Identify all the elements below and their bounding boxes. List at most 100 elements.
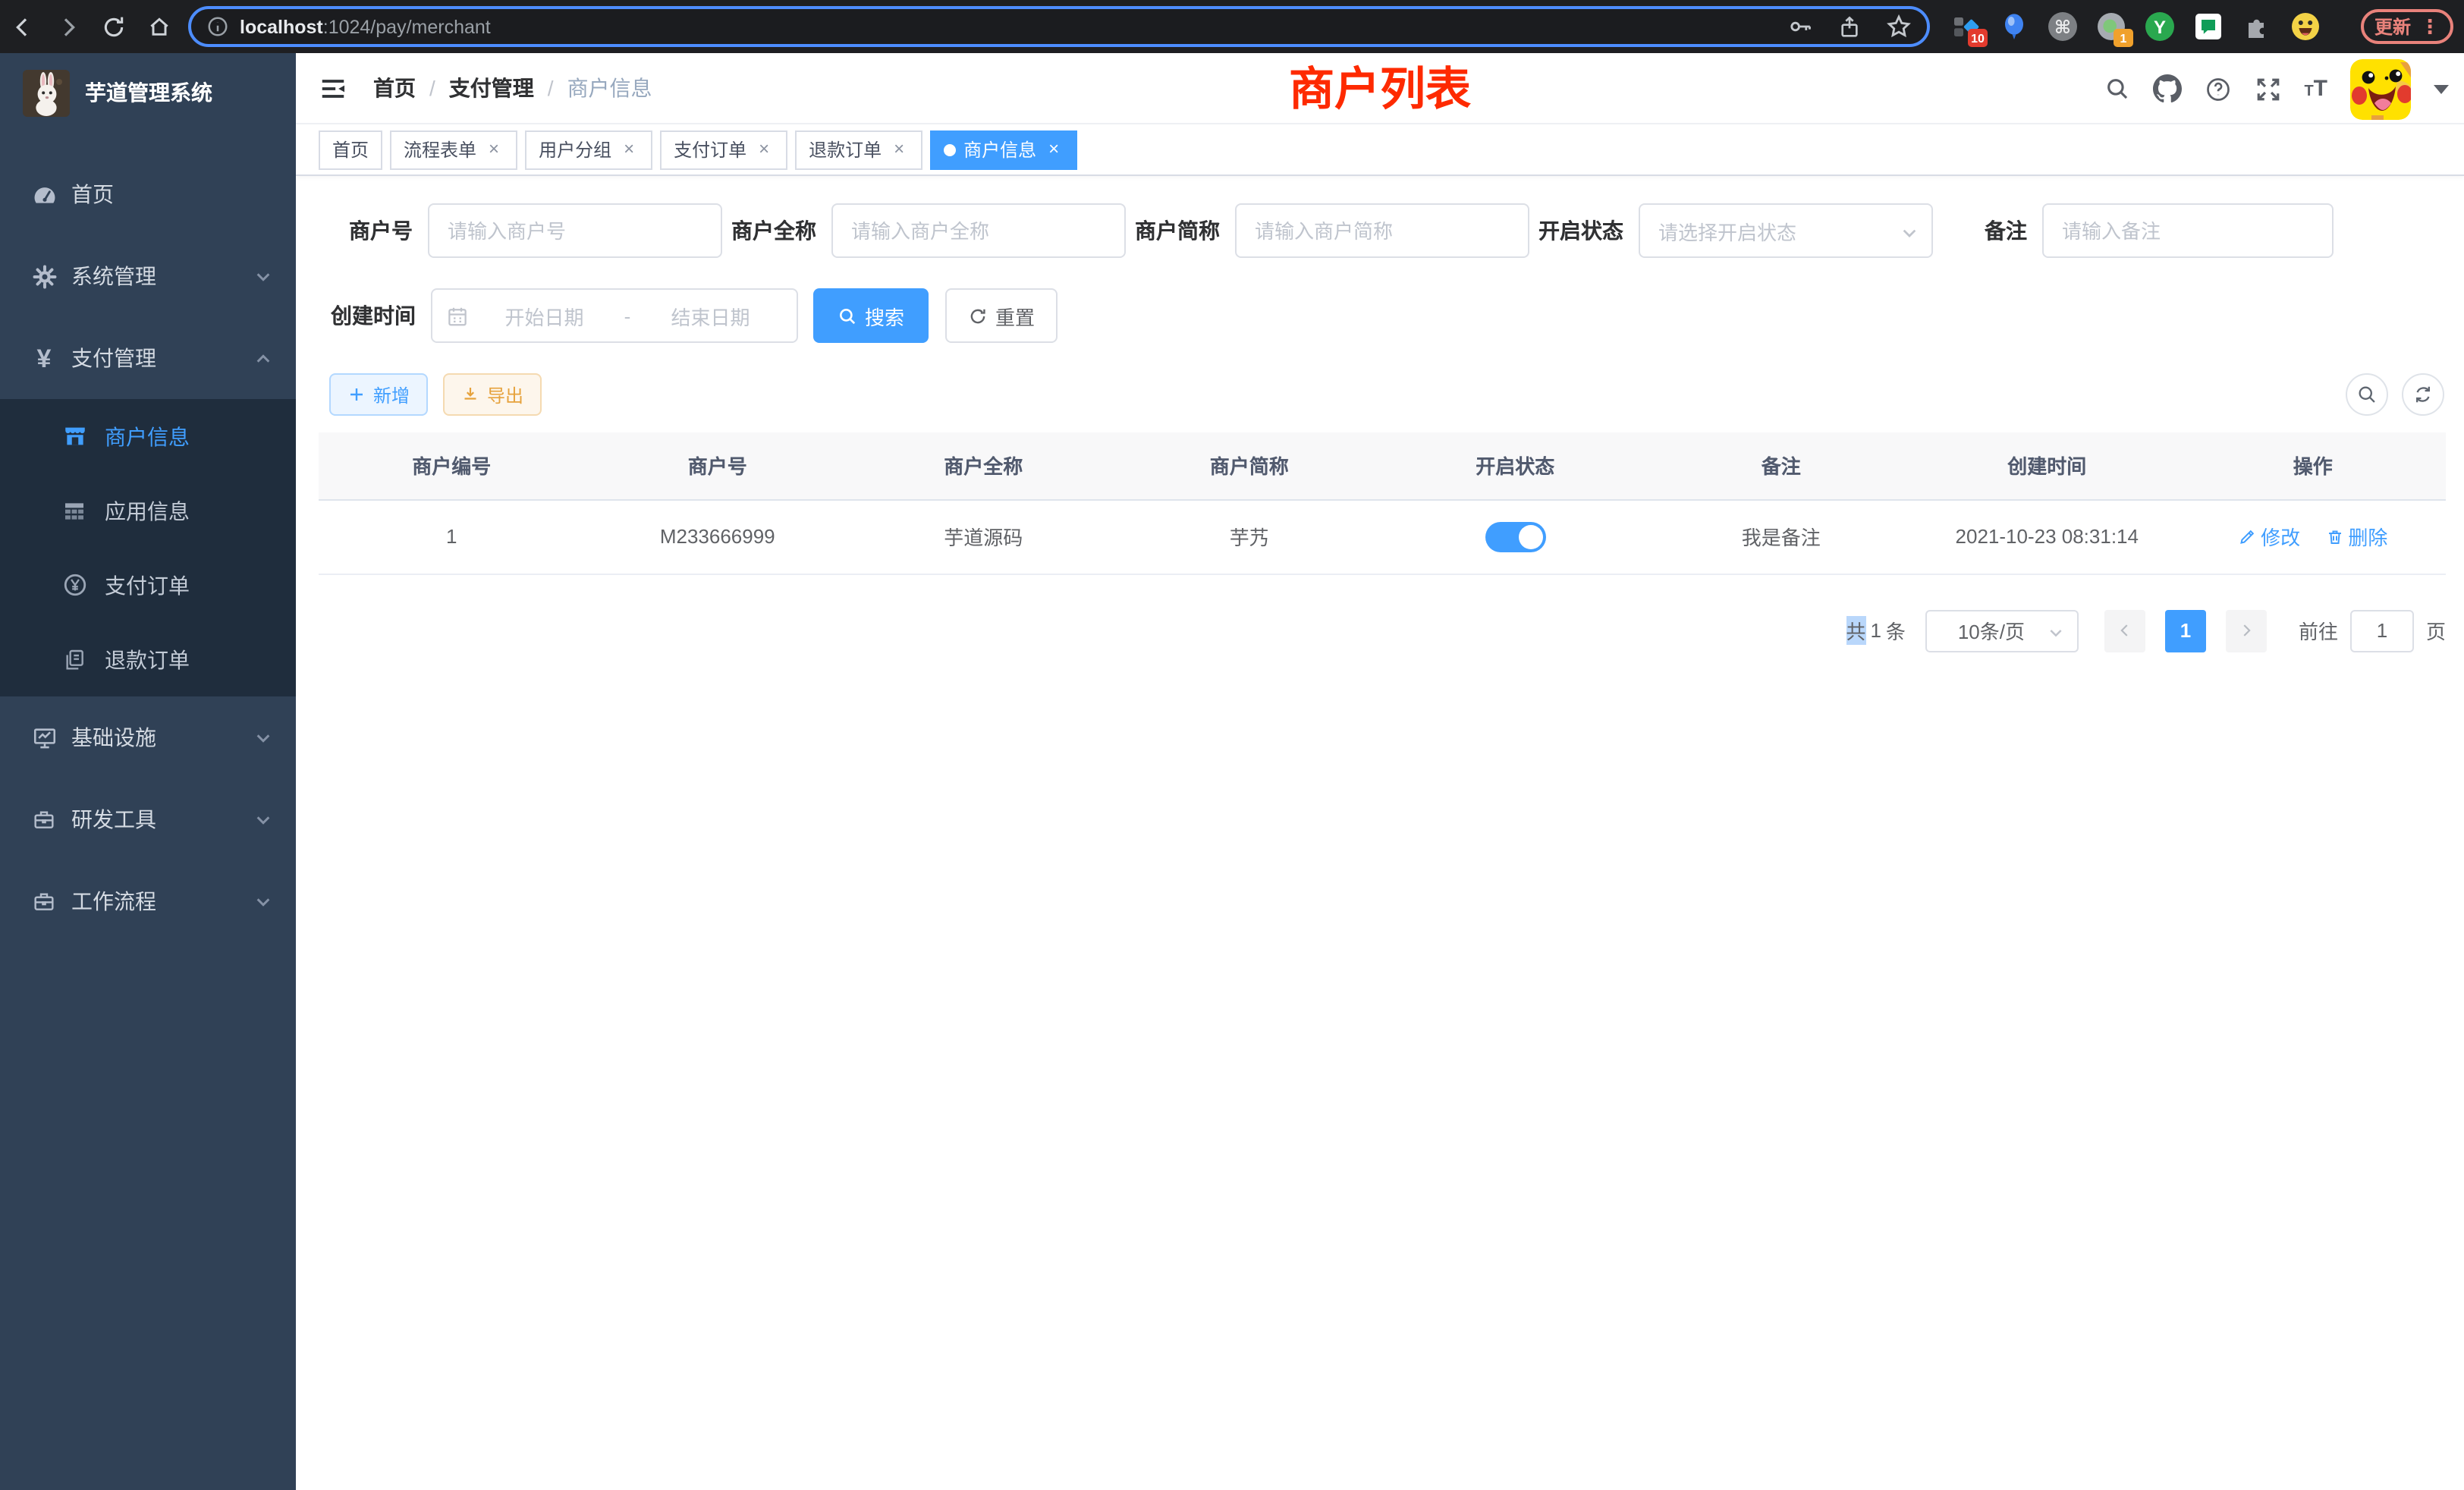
sidebar-item-pay-order[interactable]: 支付订单 bbox=[0, 548, 296, 622]
header-search-icon[interactable] bbox=[2104, 76, 2129, 102]
sidebar-fold-icon[interactable] bbox=[319, 74, 347, 102]
breadcrumb-home[interactable]: 首页 bbox=[373, 73, 416, 103]
browser-update-button[interactable]: 更新 ⋮ bbox=[2361, 9, 2453, 44]
sidebar-item-app-info[interactable]: 应用信息 bbox=[0, 473, 296, 548]
full-name-input[interactable] bbox=[831, 203, 1126, 258]
date-separator: - bbox=[617, 304, 638, 327]
chevron-down-icon bbox=[1901, 225, 1918, 241]
yen-icon: ¥ bbox=[26, 345, 62, 371]
cell-merchant-no: M233666999 bbox=[585, 499, 851, 574]
sidebar-item-dev-tools[interactable]: 研发工具 bbox=[0, 778, 296, 860]
extension-chat-icon[interactable] bbox=[2194, 12, 2223, 41]
col-remark: 备注 bbox=[1648, 432, 1915, 499]
col-short-name: 商户简称 bbox=[1117, 432, 1383, 499]
fullscreen-icon[interactable] bbox=[2254, 75, 2281, 102]
page-number-1[interactable]: 1 bbox=[2165, 609, 2206, 652]
date-start-placeholder: 开始日期 bbox=[472, 301, 617, 330]
col-create-time: 创建时间 bbox=[1914, 432, 2180, 499]
goto-page-input[interactable] bbox=[2350, 609, 2414, 652]
close-icon[interactable] bbox=[889, 140, 909, 159]
monitor-chart-icon bbox=[26, 725, 62, 750]
goto-label: 前往 bbox=[2299, 616, 2338, 645]
sidebar-item-merchant-info[interactable]: 商户信息 bbox=[0, 399, 296, 473]
sidebar-item-home[interactable]: 首页 bbox=[0, 153, 296, 235]
pagination: 共 1 条 10条/页 1 bbox=[319, 609, 2446, 652]
reset-button[interactable]: 重置 bbox=[945, 288, 1058, 343]
sidebar-item-refund-order[interactable]: 退款订单 bbox=[0, 622, 296, 696]
extension-y-icon[interactable]: Y bbox=[2145, 12, 2174, 41]
tag-home[interactable]: 首页 bbox=[319, 130, 382, 169]
browser-menu-kebab-icon[interactable]: ⋮ bbox=[2420, 19, 2440, 34]
table-header-row: 商户编号 商户号 商户全称 商户简称 开启状态 备注 创建时间 操作 bbox=[319, 432, 2446, 499]
merchant-no-input[interactable] bbox=[428, 203, 722, 258]
address-bar[interactable]: localhost:1024/pay/merchant bbox=[188, 6, 1930, 47]
extension-tag-icon[interactable]: 10 bbox=[1951, 12, 1980, 41]
close-icon[interactable] bbox=[484, 140, 504, 159]
github-icon[interactable] bbox=[2152, 74, 2181, 103]
toolbox-icon bbox=[26, 807, 62, 831]
browser-forward-icon[interactable] bbox=[46, 5, 91, 48]
password-key-icon[interactable] bbox=[1787, 14, 1813, 39]
edit-link[interactable]: 修改 bbox=[2238, 522, 2300, 551]
refresh-button[interactable] bbox=[2402, 373, 2444, 416]
col-full-name: 商户全称 bbox=[850, 432, 1117, 499]
avatar-caret-down-icon[interactable] bbox=[2434, 84, 2449, 93]
site-info-icon[interactable] bbox=[206, 15, 229, 38]
next-page-button[interactable] bbox=[2226, 609, 2267, 652]
create-time-range-picker[interactable]: 开始日期 - 结束日期 bbox=[431, 288, 798, 343]
url-text: localhost:1024/pay/merchant bbox=[240, 16, 1763, 37]
breadcrumb-current: 商户信息 bbox=[567, 73, 652, 103]
sidebar: 芋道管理系统 首页 bbox=[0, 53, 296, 1490]
status-toggle[interactable] bbox=[1485, 521, 1545, 552]
browser-profile-avatar[interactable] bbox=[2291, 12, 2320, 41]
sidebar-item-system[interactable]: 系统管理 bbox=[0, 235, 296, 317]
table-row: 1 M233666999 芋道源码 芋艿 我是备注 2021-10-23 08:… bbox=[319, 499, 2446, 574]
tag-refund-order[interactable]: 退款订单 bbox=[795, 130, 922, 169]
toggle-search-button[interactable] bbox=[2346, 373, 2388, 416]
sidebar-item-infra[interactable]: 基础设施 bbox=[0, 696, 296, 778]
tag-user-group[interactable]: 用户分组 bbox=[525, 130, 652, 169]
app-title: 芋道管理系统 bbox=[85, 77, 212, 108]
prev-page-button[interactable] bbox=[2104, 609, 2145, 652]
merchant-table: 商户编号 商户号 商户全称 商户简称 开启状态 备注 创建时间 操作 1 bbox=[319, 432, 2446, 574]
close-icon[interactable] bbox=[754, 140, 774, 159]
delete-link[interactable]: 删除 bbox=[2325, 522, 2387, 551]
tag-process-form[interactable]: 流程表单 bbox=[390, 130, 517, 169]
extensions-puzzle-icon[interactable] bbox=[2242, 12, 2271, 41]
share-icon[interactable] bbox=[1837, 14, 1862, 39]
documents-icon bbox=[56, 647, 93, 671]
store-icon bbox=[56, 423, 93, 449]
remark-input[interactable] bbox=[2042, 203, 2334, 258]
user-avatar[interactable] bbox=[2350, 58, 2411, 119]
export-button[interactable]: 导出 bbox=[443, 373, 542, 416]
merchant-no-label: 商户号 bbox=[319, 215, 428, 246]
browser-home-icon[interactable] bbox=[137, 5, 182, 48]
help-icon[interactable] bbox=[2204, 75, 2231, 102]
content-area: 商户号 商户全称 商户简称 开启状态 请选择开启状态 bbox=[296, 176, 2464, 652]
tag-merchant-info[interactable]: 商户信息 bbox=[930, 130, 1077, 169]
browser-reload-icon[interactable] bbox=[91, 5, 137, 48]
add-button[interactable]: 新增 bbox=[329, 373, 428, 416]
tag-pay-order[interactable]: 支付订单 bbox=[660, 130, 787, 169]
chevron-up-icon bbox=[255, 350, 272, 366]
breadcrumb-pay[interactable]: 支付管理 bbox=[449, 73, 534, 103]
font-size-icon[interactable]: TT bbox=[2304, 77, 2327, 100]
grid-icon bbox=[56, 498, 93, 523]
short-name-input[interactable] bbox=[1235, 203, 1529, 258]
status-select[interactable]: 请选择开启状态 bbox=[1639, 203, 1933, 258]
sidebar-item-pay[interactable]: ¥ 支付管理 bbox=[0, 317, 296, 399]
app-logo-rabbit bbox=[23, 69, 70, 116]
annotation-merchant-list: 商户列表 bbox=[1289, 53, 1471, 118]
browser-back-icon[interactable] bbox=[0, 5, 46, 48]
close-icon[interactable] bbox=[1044, 140, 1064, 159]
sidebar-item-workflow[interactable]: 工作流程 bbox=[0, 860, 296, 942]
close-icon[interactable] bbox=[619, 140, 639, 159]
page-size-select[interactable]: 10条/页 bbox=[1925, 609, 2079, 652]
navbar: 首页 支付管理 商户信息 商户列表 bbox=[296, 53, 2464, 124]
app-logo-row[interactable]: 芋道管理系统 bbox=[0, 53, 296, 132]
bookmark-star-icon[interactable] bbox=[1886, 14, 1912, 39]
extension-command-icon[interactable]: ⌘ bbox=[2048, 12, 2077, 41]
extension-balloon-icon[interactable] bbox=[2000, 12, 2029, 41]
search-button[interactable]: 搜索 bbox=[813, 288, 929, 343]
extension-recorder-icon[interactable]: 1 bbox=[2097, 12, 2126, 41]
